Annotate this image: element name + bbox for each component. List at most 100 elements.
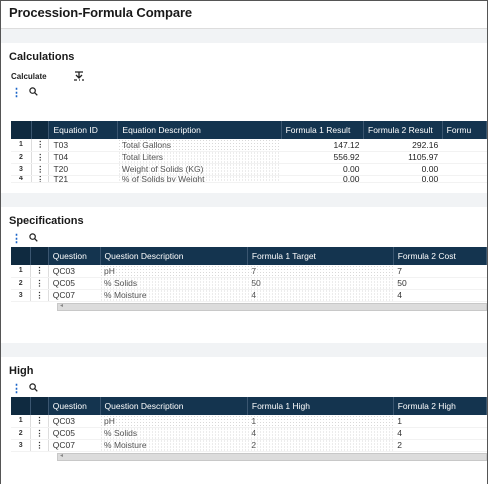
question-id[interactable]: QC07 [48,439,101,452]
table-row[interactable]: 2 ⋮ T04 Total Liters 556.92 1105.97 [11,151,487,164]
calculations-search-icon[interactable] [29,87,41,99]
formula-2-cost[interactable]: 50 [393,277,487,290]
table-row[interactable]: 4 ⋮ T21 % of Solids by Weight 0.00 0.00 [11,175,487,183]
row-number: 2 [11,277,32,290]
formula-1-high[interactable]: 4 [247,427,394,440]
question-description: % Solids [100,277,248,290]
column-header[interactable]: Formula 2 Result [363,121,443,139]
row-menu-header [30,247,49,265]
question-id[interactable]: QC03 [48,415,101,428]
column-header[interactable]: Question Description [100,397,248,415]
formula-1-result: 0.00 [281,175,364,183]
scroll-left-icon[interactable]: ◂ [60,452,63,459]
column-header[interactable]: Formula 2 Cost [393,247,488,265]
column-header[interactable]: Formula 2 High [393,397,488,415]
table-row[interactable]: 1 ⋮ T03 Total Gallons 147.12 292.16 [11,139,487,152]
title-bar: Procession-Formula Compare [1,1,487,29]
row-number-header [11,397,32,415]
scroll-left-icon[interactable]: ◂ [60,302,63,309]
column-header[interactable]: Question [48,397,101,415]
row-menu-icon[interactable]: ⋮ [30,415,49,428]
formula-1-target[interactable]: 7 [247,265,394,278]
equation-description: Weight of Solids (KG) [117,163,282,176]
row-menu-icon[interactable]: ⋮ [31,175,50,183]
row-menu-icon[interactable]: ⋮ [31,163,50,176]
spacer [1,193,487,207]
row-menu-icon[interactable]: ⋮ [30,439,49,452]
calculations-menu-icon[interactable]: ⋮ [11,88,22,99]
question-id[interactable]: QC07 [48,289,101,302]
question-id[interactable]: QC05 [48,427,101,440]
high-search-icon[interactable] [29,383,41,395]
row-menu-icon[interactable]: ⋮ [31,139,50,152]
formula-cell [442,163,487,176]
formula-1-target[interactable]: 50 [247,277,394,290]
specifications-search-icon[interactable] [29,233,41,245]
row-menu-icon[interactable]: ⋮ [31,151,50,164]
equation-description: Total Liters [117,151,282,164]
question-id[interactable]: QC03 [48,265,101,278]
calculate-row: Calculate [1,69,487,83]
column-header[interactable]: Formu [442,121,488,139]
row-number: 1 [11,265,32,278]
row-number: 3 [11,163,32,176]
equation-id[interactable]: T20 [48,163,118,176]
row-number-header [11,247,32,265]
row-number-header [11,121,32,139]
table-row[interactable]: 2 ⋮ QC05 % Solids 50 50 [11,277,487,290]
calculations-title: Calculations [9,51,75,63]
row-menu-header [30,397,49,415]
column-header[interactable]: Question [48,247,101,265]
equation-id[interactable]: T04 [48,151,118,164]
formula-1-high[interactable]: 1 [247,415,394,428]
formula-1-high[interactable]: 2 [247,439,394,452]
specifications-table: Question Question Description Formula 1 … [11,247,488,302]
specifications-horizontal-scrollbar[interactable]: ◂ [57,303,487,311]
high-menu-icon[interactable]: ⋮ [11,384,22,395]
calculate-label: Calculate [11,71,47,81]
formula-1-target[interactable]: 4 [247,289,394,302]
table-row[interactable]: 3 ⋮ QC07 % Moisture 4 4 [11,289,487,302]
table-row[interactable]: 2 ⋮ QC05 % Solids 4 4 [11,427,487,440]
column-header[interactable]: Formula 1 Result [281,121,365,139]
formula-2-high[interactable]: 2 [393,439,487,452]
table-row[interactable]: 3 ⋮ T20 Weight of Solids (KG) 0.00 0.00 [11,163,487,176]
row-menu-icon[interactable]: ⋮ [30,289,49,302]
column-header[interactable]: Formula 1 High [247,397,394,415]
calculations-table: Equation ID Equation Description Formula… [11,121,488,183]
specifications-header-row: Question Question Description Formula 1 … [11,247,488,265]
formula-2-cost[interactable]: 7 [393,265,487,278]
column-header[interactable]: Equation Description [117,121,282,139]
calculate-icon[interactable] [73,71,85,81]
formula-1-result: 556.92 [281,151,364,164]
formula-2-cost[interactable]: 4 [393,289,487,302]
equation-description: Total Gallons [117,139,282,152]
row-menu-icon[interactable]: ⋮ [30,277,49,290]
formula-2-result: 292.16 [363,139,443,152]
column-header[interactable]: Formula 1 Target [247,247,394,265]
high-horizontal-scrollbar[interactable]: ◂ [57,453,487,461]
formula-2-high[interactable]: 4 [393,427,487,440]
high-toolbar: ⋮ [1,382,487,396]
table-row[interactable]: 1 ⋮ QC03 pH 7 7 [11,265,487,278]
high-table: Question Question Description Formula 1 … [11,397,488,452]
specifications-toolbar: ⋮ [1,232,487,246]
specifications-section: Specifications ⋮ Question Question Descr… [1,207,488,343]
table-row[interactable]: 1 ⋮ QC03 pH 1 1 [11,415,487,428]
formula-2-high[interactable]: 1 [393,415,487,428]
row-menu-icon[interactable]: ⋮ [30,265,49,278]
row-number: 2 [11,151,32,164]
row-menu-icon[interactable]: ⋮ [30,427,49,440]
question-id[interactable]: QC05 [48,277,101,290]
column-header[interactable]: Equation ID [48,121,119,139]
column-header[interactable]: Question Description [100,247,248,265]
specifications-menu-icon[interactable]: ⋮ [11,234,22,245]
equation-id[interactable]: T03 [48,139,118,152]
row-number: 3 [11,439,32,452]
spacer [1,343,487,357]
question-description: pH [100,265,248,278]
table-row[interactable]: 3 ⋮ QC07 % Moisture 2 2 [11,439,487,452]
equation-id[interactable]: T21 [48,175,118,183]
high-title: High [9,365,34,377]
page-title: Procession-Formula Compare [9,5,193,20]
